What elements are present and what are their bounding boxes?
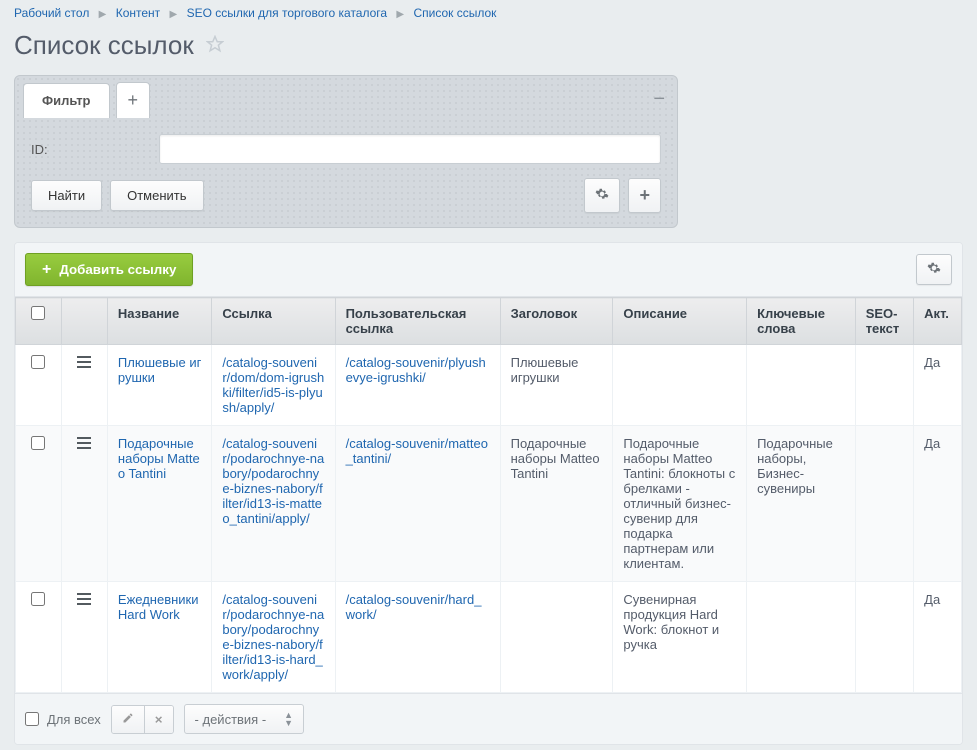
cancel-button[interactable]: Отменить <box>110 180 203 211</box>
breadcrumb: Рабочий стол ▶ Контент ▶ SEO ссылки для … <box>0 0 977 26</box>
filter-settings-button[interactable] <box>584 178 620 213</box>
header-check <box>16 298 62 345</box>
row-checkbox[interactable] <box>31 436 45 450</box>
row-desc <box>613 345 747 426</box>
add-link-label: Добавить ссылку <box>59 262 176 277</box>
burger-icon[interactable] <box>77 355 91 372</box>
breadcrumb-item[interactable]: Рабочий стол <box>14 6 89 20</box>
row-link[interactable]: /catalog-souvenir/podarochnye-nabory/pod… <box>222 436 324 526</box>
burger-icon[interactable] <box>77 436 91 453</box>
row-link[interactable]: /catalog-souvenir/podarochnye-nabory/pod… <box>222 592 324 682</box>
row-checkbox[interactable] <box>31 355 45 369</box>
chevron-right-icon: ▶ <box>99 9 107 20</box>
table-row: Плюшевые игрушки /catalog-souvenir/dom/d… <box>16 345 962 426</box>
row-name-link[interactable]: Ежедневники Hard Work <box>118 592 199 622</box>
filter-id-label: ID: <box>31 142 151 157</box>
row-user-link[interactable]: /catalog-souvenir/plyushevye-igrushki/ <box>346 355 486 385</box>
header-user-link[interactable]: Пользовательская ссылка <box>335 298 500 345</box>
edit-delete-group: × <box>111 705 174 734</box>
row-keywords <box>747 345 856 426</box>
header-desc[interactable]: Описание <box>613 298 747 345</box>
row-user-link[interactable]: /catalog-souvenir/hard_work/ <box>346 592 482 622</box>
row-keywords <box>747 582 856 693</box>
close-icon: × <box>155 712 163 727</box>
add-link-button[interactable]: + Добавить ссылку <box>25 253 193 286</box>
row-link[interactable]: /catalog-souvenir/dom/dom-igrushki/filte… <box>222 355 324 415</box>
select-all-checkbox[interactable] <box>31 306 45 320</box>
page-title: Список ссылок <box>14 30 194 61</box>
edit-button[interactable] <box>112 706 144 733</box>
breadcrumb-item[interactable]: Список ссылок <box>413 6 496 20</box>
star-icon[interactable] <box>206 35 224 56</box>
row-checkbox[interactable] <box>31 592 45 606</box>
filter-id-input[interactable] <box>159 134 661 164</box>
plus-icon: + <box>128 90 139 110</box>
header-seo[interactable]: SEO-текст <box>855 298 913 345</box>
minus-icon[interactable]: − <box>653 88 665 111</box>
breadcrumb-item[interactable]: Контент <box>116 6 160 20</box>
find-button[interactable]: Найти <box>31 180 102 211</box>
header-title[interactable]: Заголовок <box>500 298 613 345</box>
row-title: Плюшевые игрушки <box>500 345 613 426</box>
filter-add-button[interactable]: + <box>628 178 661 213</box>
row-desc: Сувенирная продукция Hard Work: блокнот … <box>613 582 747 693</box>
breadcrumb-item[interactable]: SEO ссылки для торгового каталога <box>187 6 388 20</box>
for-all-label: Для всех <box>47 712 101 727</box>
row-seo <box>855 426 913 582</box>
pencil-icon <box>122 712 134 727</box>
table-row: Ежедневники Hard Work /catalog-souvenir/… <box>16 582 962 693</box>
footer-bar: Для всех × - действия - ▲▼ <box>15 693 962 744</box>
chevron-right-icon: ▶ <box>170 9 178 20</box>
delete-button[interactable]: × <box>144 706 173 733</box>
burger-icon[interactable] <box>77 592 91 609</box>
chevron-right-icon: ▶ <box>396 9 404 20</box>
content-wrap: + Добавить ссылку Название Ссылка Пользо… <box>14 242 963 745</box>
gear-icon <box>595 189 609 204</box>
filter-tab[interactable]: Фильтр <box>23 83 110 118</box>
row-user-link[interactable]: /catalog-souvenir/matteo_tantini/ <box>346 436 488 466</box>
footer-select-all-checkbox[interactable] <box>25 712 39 726</box>
header-menu <box>61 298 107 345</box>
actions-select-label: - действия - <box>195 712 267 727</box>
row-seo <box>855 582 913 693</box>
links-table: Название Ссылка Пользовательская ссылка … <box>15 297 962 693</box>
row-active: Да <box>914 426 962 582</box>
actions-select[interactable]: - действия - ▲▼ <box>184 704 305 734</box>
row-desc: Подарочные наборы Matteo Tantini: блокно… <box>613 426 747 582</box>
filter-panel: Фильтр + − ID: Найти Отменить + <box>14 75 678 228</box>
toolbar: + Добавить ссылку <box>15 243 962 297</box>
table-settings-button[interactable] <box>916 254 952 285</box>
row-active: Да <box>914 345 962 426</box>
gear-icon <box>927 263 941 278</box>
row-name-link[interactable]: Подарочные наборы Matteo Tantini <box>118 436 200 481</box>
row-title: Подарочные наборы Matteo Tantini <box>500 426 613 582</box>
header-name[interactable]: Название <box>107 298 211 345</box>
filter-tab-add[interactable]: + <box>116 82 151 118</box>
plus-icon: + <box>42 263 51 277</box>
row-keywords: Подарочные наборы, Бизнес-сувениры <box>747 426 856 582</box>
header-keywords[interactable]: Ключевые слова <box>747 298 856 345</box>
table-row: Подарочные наборы Matteo Tantini /catalo… <box>16 426 962 582</box>
row-name-link[interactable]: Плюшевые игрушки <box>118 355 201 385</box>
header-link[interactable]: Ссылка <box>212 298 335 345</box>
header-active[interactable]: Акт. <box>914 298 962 345</box>
row-title <box>500 582 613 693</box>
row-seo <box>855 345 913 426</box>
page-title-row: Список ссылок <box>0 26 977 75</box>
row-active: Да <box>914 582 962 693</box>
plus-icon: + <box>639 185 650 205</box>
updown-icon: ▲▼ <box>284 711 293 727</box>
